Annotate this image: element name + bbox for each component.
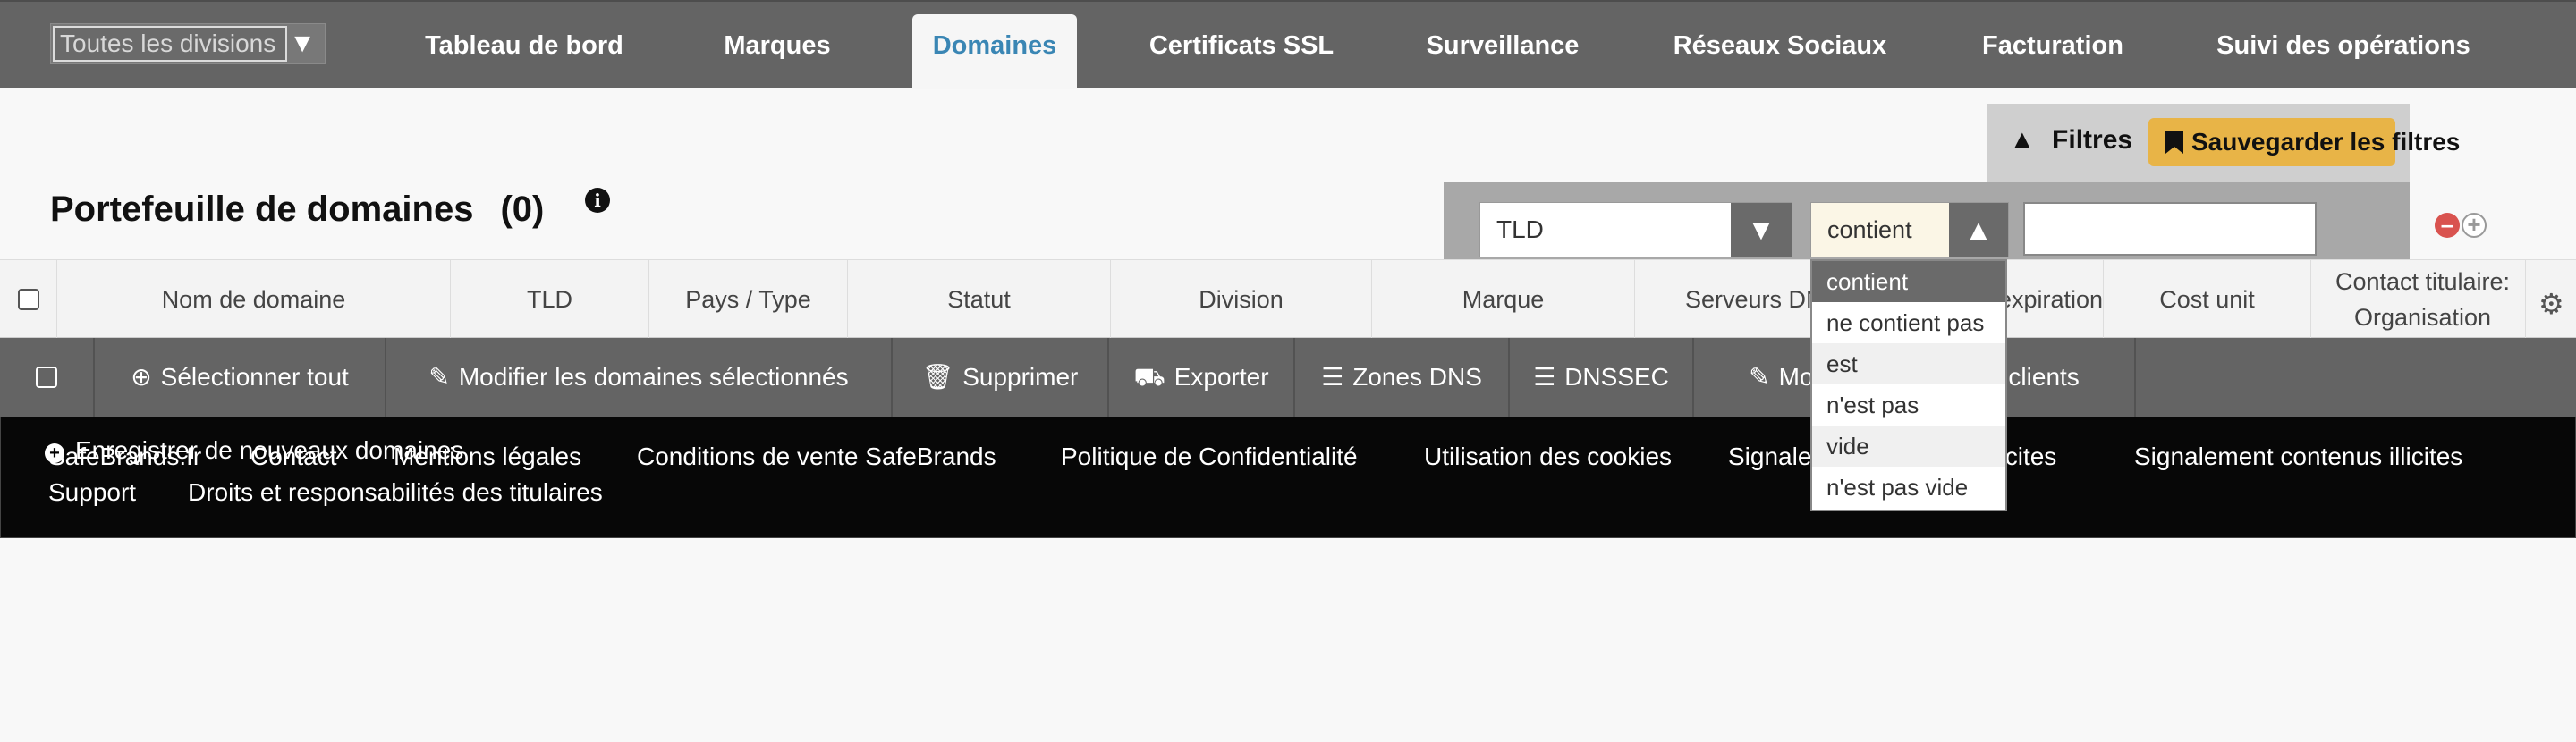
pencil-icon: ✎ bbox=[1749, 363, 1770, 391]
tab-monitoring[interactable]: Surveillance bbox=[1401, 14, 1605, 89]
page-title-text: Portefeuille de domaines bbox=[50, 190, 474, 229]
option-not-equals[interactable]: n'est pas bbox=[1812, 384, 2005, 426]
save-filters-button[interactable]: Sauvegarder les filtres bbox=[2148, 118, 2460, 166]
column-tld[interactable]: TLD bbox=[451, 260, 649, 339]
footer-link-privacy-policy[interactable]: Politique de Confidentialité bbox=[1061, 443, 1358, 471]
filter-field-select[interactable]: TLD ▼ bbox=[1479, 202, 1792, 257]
save-filters-label: Sauvegarder les filtres bbox=[2191, 128, 2461, 156]
trash-icon: 🗑 bbox=[921, 363, 954, 391]
division-select[interactable]: Toutes les divisions ▼ bbox=[50, 23, 326, 64]
info-icon[interactable]: i bbox=[585, 188, 610, 213]
domain-count: (0) bbox=[500, 190, 545, 229]
dnssec-button[interactable]: ☰ DNSSEC bbox=[1510, 338, 1694, 417]
export-label: Exporter bbox=[1174, 363, 1269, 391]
select-all-button[interactable]: ⊕ Sélectionner tout bbox=[95, 338, 386, 417]
chevron-down-icon[interactable]: ▼ bbox=[1731, 203, 1792, 257]
list-icon: ☰ bbox=[1533, 363, 1556, 391]
column-holder-organisation[interactable]: Contact titulaire: Organisation bbox=[2311, 260, 2526, 339]
dns-zones-button[interactable]: ☰ Zones DNS bbox=[1295, 338, 1510, 417]
edit-selected-label: Modifier les domaines sélectionnés bbox=[458, 363, 849, 391]
dnssec-label: DNSSEC bbox=[1564, 363, 1669, 391]
footer bbox=[0, 417, 2576, 538]
actions-select-cell bbox=[0, 338, 95, 417]
plus-circle-icon: ⊕ bbox=[131, 363, 152, 391]
truck-icon: ⛟ bbox=[1133, 363, 1165, 391]
chevron-down-icon[interactable]: ▼ bbox=[289, 30, 316, 58]
add-filter-icon[interactable]: + bbox=[2462, 213, 2487, 238]
remove-filter-icon[interactable]: – bbox=[2435, 213, 2460, 238]
delete-label: Supprimer bbox=[962, 363, 1079, 391]
select-all-checkbox[interactable] bbox=[17, 289, 39, 310]
register-new-domains-button[interactable]: + Enregistrer de nouveaux domaines bbox=[45, 436, 463, 465]
delete-button[interactable]: 🗑 Supprimer bbox=[893, 338, 1109, 417]
division-select-value[interactable]: Toutes les divisions bbox=[53, 26, 287, 62]
tab-domains[interactable]: Domaines bbox=[912, 14, 1077, 89]
column-division[interactable]: Division bbox=[1111, 260, 1372, 339]
list-icon: ☰ bbox=[1321, 363, 1344, 391]
column-cost-unit[interactable]: Cost unit bbox=[2104, 260, 2311, 339]
bulk-actions-bar: ⊕ Sélectionner tout ✎ Modifier les domaine… bbox=[0, 338, 2576, 417]
pencil-icon: ✎ bbox=[428, 363, 450, 391]
column-status[interactable]: Statut bbox=[848, 260, 1111, 339]
gear-icon[interactable]: ⚙ bbox=[2538, 287, 2564, 321]
tab-operations-tracking[interactable]: Suivi des opérations bbox=[2209, 14, 2478, 89]
dns-zones-label: Zones DNS bbox=[1352, 363, 1482, 391]
tab-billing[interactable]: Facturation bbox=[1959, 14, 2147, 89]
filter-value-input[interactable] bbox=[2023, 202, 2317, 256]
filters-toggle[interactable]: ▲ Filtres bbox=[2009, 125, 2132, 156]
register-new-domains-label: Enregistrer de nouveaux domaines bbox=[75, 436, 464, 464]
actions-checkbox[interactable] bbox=[36, 367, 57, 388]
tab-brands[interactable]: Marques bbox=[694, 14, 860, 89]
plus-circle-icon: + bbox=[45, 443, 64, 463]
select-all-label: Sélectionner tout bbox=[160, 363, 349, 391]
tab-dashboard[interactable]: Tableau de bord bbox=[401, 14, 648, 89]
filter-operator-value: contient bbox=[1811, 203, 1949, 257]
footer-link-support[interactable]: Support bbox=[48, 478, 136, 507]
footer-link-cookies[interactable]: Utilisation des cookies bbox=[1424, 443, 1672, 471]
option-does-not-contain[interactable]: ne contient pas bbox=[1812, 302, 2005, 343]
header-select-cell bbox=[0, 260, 57, 339]
column-country-type[interactable]: Pays / Type bbox=[649, 260, 848, 339]
table-header: Nom de domaine TLD Pays / Type Statut Di… bbox=[0, 259, 2576, 339]
filter-field-value: TLD bbox=[1496, 215, 1544, 243]
filter-row: TLD ▼ contient ▲ bbox=[1444, 182, 2410, 259]
chevron-up-icon[interactable]: ▲ bbox=[1949, 203, 2008, 257]
footer-link-terms-of-sale[interactable]: Conditions de vente SafeBrands bbox=[637, 443, 996, 471]
option-empty[interactable]: vide bbox=[1812, 426, 2005, 467]
triangle-up-icon: ▲ bbox=[2009, 125, 2036, 155]
footer-link-holder-rights[interactable]: Droits et responsabilités des titulaires bbox=[188, 478, 603, 507]
top-navigation: Toutes les divisions ▼ Tableau de bord M… bbox=[0, 0, 2576, 89]
option-contains[interactable]: contient bbox=[1812, 261, 2005, 302]
tab-social-networks[interactable]: Réseaux Sociaux bbox=[1657, 14, 1903, 89]
bookmark-icon bbox=[2165, 130, 2183, 154]
filters-toggle-label: Filtres bbox=[2052, 125, 2133, 155]
footer-link-illicit-content-report-2[interactable]: Signalement contenus illicites bbox=[2134, 443, 2462, 471]
column-brand[interactable]: Marque bbox=[1372, 260, 1635, 339]
option-equals[interactable]: est bbox=[1812, 343, 2005, 384]
export-button[interactable]: ⛟ Exporter bbox=[1109, 338, 1295, 417]
page-title: Portefeuille de domaines (0) bbox=[50, 190, 544, 230]
tab-ssl-certificates[interactable]: Certificats SSL bbox=[1136, 14, 1347, 89]
column-domain-name[interactable]: Nom de domaine bbox=[57, 260, 451, 339]
option-not-empty[interactable]: n'est pas vide bbox=[1812, 467, 2005, 508]
filter-operator-select[interactable]: contient ▲ bbox=[1810, 202, 2009, 257]
operator-dropdown: contient ne contient pas est n'est pas v… bbox=[1810, 259, 2007, 511]
edit-selected-button[interactable]: ✎ Modifier les domaines sélectionnés bbox=[386, 338, 893, 417]
